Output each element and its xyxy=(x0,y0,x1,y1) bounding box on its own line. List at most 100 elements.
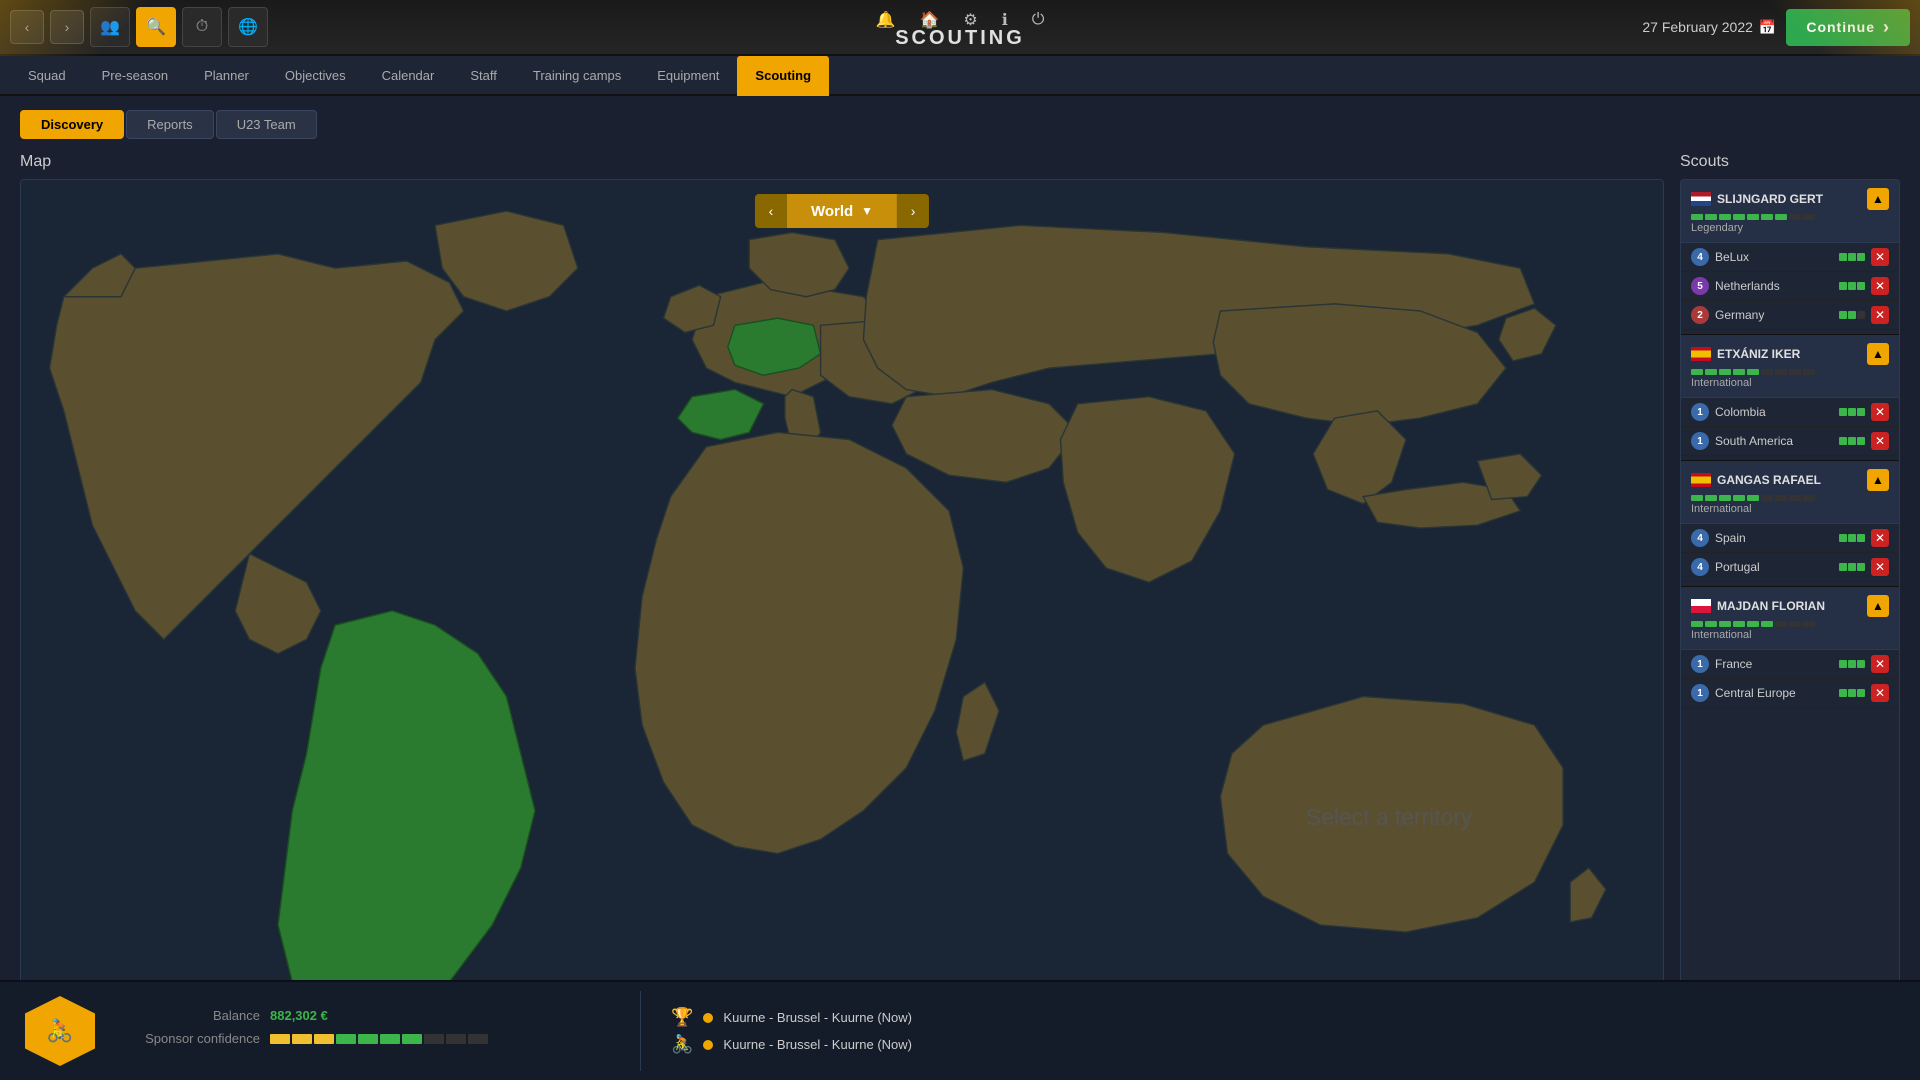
remove-germany-btn[interactable]: ✕ xyxy=(1871,306,1889,324)
scout-gangas-collapse[interactable]: ▲ xyxy=(1867,469,1889,491)
scout-slijngard-header: SLIJNGARD GERT ▲ xyxy=(1681,180,1899,243)
world-map-svg[interactable]: Select a territory xyxy=(21,180,1663,1070)
bell-icon[interactable]: 🔔 xyxy=(876,10,896,30)
scout-etxaniz-flag xyxy=(1691,347,1711,361)
forward-button[interactable]: › xyxy=(50,10,84,44)
sponsor-bar xyxy=(270,1034,488,1044)
top-bar-left: ‹ › 👥 🔍 ⏱ 🌐 xyxy=(0,7,268,47)
tab-equipment[interactable]: Equipment xyxy=(639,56,737,96)
tab-planner[interactable]: Planner xyxy=(186,56,267,96)
map-section: Map ‹ World ▼ › xyxy=(20,153,1664,1071)
scout-majdan-collapse[interactable]: ▲ xyxy=(1867,595,1889,617)
balance-label: Balance xyxy=(120,1008,260,1023)
calendar-icon[interactable]: 📅 xyxy=(1759,19,1776,36)
scouts-section: Scouts SLIJNGARD GERT ▲ xyxy=(1680,153,1900,1071)
remove-spain-btn[interactable]: ✕ xyxy=(1871,529,1889,547)
map-container[interactable]: ‹ World ▼ › xyxy=(20,179,1664,1071)
tab-calendar[interactable]: Calendar xyxy=(364,56,453,96)
content-area: Map ‹ World ▼ › xyxy=(20,153,1900,1071)
badge-spain: 4 xyxy=(1691,529,1709,547)
tab-scouting[interactable]: Scouting xyxy=(737,56,829,96)
scouts-list[interactable]: SLIJNGARD GERT ▲ xyxy=(1680,179,1900,1071)
scout-etxaniz: ETXÁNIZ IKER ▲ xyxy=(1681,334,1899,456)
event-1-text: Kuurne - Brussel - Kuurne (Now) xyxy=(723,1010,912,1025)
world-chevron: ▼ xyxy=(861,204,873,218)
badge-france: 1 xyxy=(1691,655,1709,673)
scout-majdan-flag xyxy=(1691,599,1711,613)
bottom-bar: 🚴 Balance 882,302 € Sponsor confidence xyxy=(0,980,1920,1080)
subtab-reports[interactable]: Reports xyxy=(126,110,214,139)
date-display: 27 February 2022 📅 xyxy=(1642,19,1776,36)
badge-southamerica: 1 xyxy=(1691,432,1709,450)
subtab-discovery[interactable]: Discovery xyxy=(20,110,124,139)
scout-majdan-name: MAJDAN FLORIAN xyxy=(1717,599,1867,613)
tab-objectives[interactable]: Objectives xyxy=(267,56,364,96)
scout-slijngard-rating xyxy=(1691,214,1889,220)
remove-centraleurope-btn[interactable]: ✕ xyxy=(1871,684,1889,702)
scout-gangas-header: GANGAS RAFAEL ▲ xyxy=(1681,460,1899,524)
main-content: Discovery Reports U23 Team Map ‹ World ▼… xyxy=(0,96,1920,980)
world-selector: ‹ World ▼ › xyxy=(755,194,929,228)
map-world-label: World ▼ xyxy=(787,194,897,228)
scout-slijngard-collapse[interactable]: ▲ xyxy=(1867,188,1889,210)
scout-etxaniz-level: International xyxy=(1691,377,1889,393)
balance-row: Balance 882,302 € xyxy=(120,1008,620,1023)
badge-colombia: 1 xyxy=(1691,403,1709,421)
scout-slijngard-flag xyxy=(1691,192,1711,206)
power-icon[interactable]: ⏻ xyxy=(1032,11,1045,29)
top-bar-right: 27 February 2022 📅 Continue › xyxy=(1642,9,1920,46)
sponsor-label: Sponsor confidence xyxy=(120,1031,260,1046)
remove-netherlands-btn[interactable]: ✕ xyxy=(1871,277,1889,295)
trophy-icon: 🏆 xyxy=(671,1007,693,1028)
svg-text:Select a territory: Select a territory xyxy=(1306,804,1473,830)
event-2-text: Kuurne - Brussel - Kuurne (Now) xyxy=(723,1037,912,1052)
scout-slijngard: SLIJNGARD GERT ▲ xyxy=(1681,180,1899,330)
back-button[interactable]: ‹ xyxy=(10,10,44,44)
remove-portugal-btn[interactable]: ✕ xyxy=(1871,558,1889,576)
event-1: 🏆 Kuurne - Brussel - Kuurne (Now) xyxy=(671,1007,1910,1028)
globe-icon-btn[interactable]: 🌐 xyxy=(228,7,268,47)
scout-majdan: MAJDAN FLORIAN ▲ xyxy=(1681,586,1899,708)
squad-icon-btn[interactable]: 👥 xyxy=(90,7,130,47)
scout-etxaniz-assignment-southamerica: 1 South America ✕ xyxy=(1681,427,1899,456)
sponsor-row: Sponsor confidence xyxy=(120,1031,620,1046)
scout-gangas-rating xyxy=(1691,495,1889,501)
scout-majdan-assignment-france: 1 France ✕ xyxy=(1681,650,1899,679)
tab-staff[interactable]: Staff xyxy=(452,56,515,96)
remove-france-btn[interactable]: ✕ xyxy=(1871,655,1889,673)
badge-belux: 4 xyxy=(1691,248,1709,266)
scout-slijngard-assignment-belux: 4 BeLux ✕ xyxy=(1681,243,1899,272)
scout-etxaniz-collapse[interactable]: ▲ xyxy=(1867,343,1889,365)
remove-southamerica-btn[interactable]: ✕ xyxy=(1871,432,1889,450)
scout-majdan-assignment-centraleurope: 1 Central Europe ✕ xyxy=(1681,679,1899,708)
badge-centraleurope: 1 xyxy=(1691,684,1709,702)
scout-majdan-header: MAJDAN FLORIAN ▲ xyxy=(1681,586,1899,650)
tab-squad[interactable]: Squad xyxy=(10,56,84,96)
remove-belux-btn[interactable]: ✕ xyxy=(1871,248,1889,266)
scouting-icon-btn[interactable]: 🔍 xyxy=(136,7,176,47)
scout-etxaniz-rating xyxy=(1691,369,1889,375)
scout-gangas-name-row: GANGAS RAFAEL ▲ xyxy=(1691,469,1889,491)
balance-value: 882,302 € xyxy=(270,1008,328,1023)
badge-netherlands: 5 xyxy=(1691,277,1709,295)
continue-button[interactable]: Continue › xyxy=(1786,9,1910,46)
tab-preseason[interactable]: Pre-season xyxy=(84,56,186,96)
map-next-button[interactable]: › xyxy=(897,194,929,228)
nav-tabs: Squad Pre-season Planner Objectives Cale… xyxy=(0,56,1920,96)
subtab-u23team[interactable]: U23 Team xyxy=(216,110,317,139)
remove-colombia-btn[interactable]: ✕ xyxy=(1871,403,1889,421)
map-title: Map xyxy=(20,153,1664,171)
scout-gangas-assignment-portugal: 4 Portugal ✕ xyxy=(1681,553,1899,582)
event-2-dot xyxy=(703,1040,713,1050)
scouts-title: Scouts xyxy=(1680,153,1900,171)
map-prev-button[interactable]: ‹ xyxy=(755,194,787,228)
scout-etxaniz-name-row: ETXÁNIZ IKER ▲ xyxy=(1691,343,1889,365)
bottom-events: 🏆 Kuurne - Brussel - Kuurne (Now) 🚴 Kuur… xyxy=(661,997,1920,1065)
tab-training-camps[interactable]: Training camps xyxy=(515,56,639,96)
scout-etxaniz-name: ETXÁNIZ IKER xyxy=(1717,347,1867,361)
top-bar: ‹ › 👥 🔍 ⏱ 🌐 🔔 🏠 ⚙ ℹ ⏻ SCOUTING 27 Februa… xyxy=(0,0,1920,56)
scout-slijngard-assignment-germany: 2 Germany ✕ xyxy=(1681,301,1899,330)
clock-icon-btn[interactable]: ⏱ xyxy=(182,7,222,47)
event-1-dot xyxy=(703,1013,713,1023)
badge-portugal: 4 xyxy=(1691,558,1709,576)
